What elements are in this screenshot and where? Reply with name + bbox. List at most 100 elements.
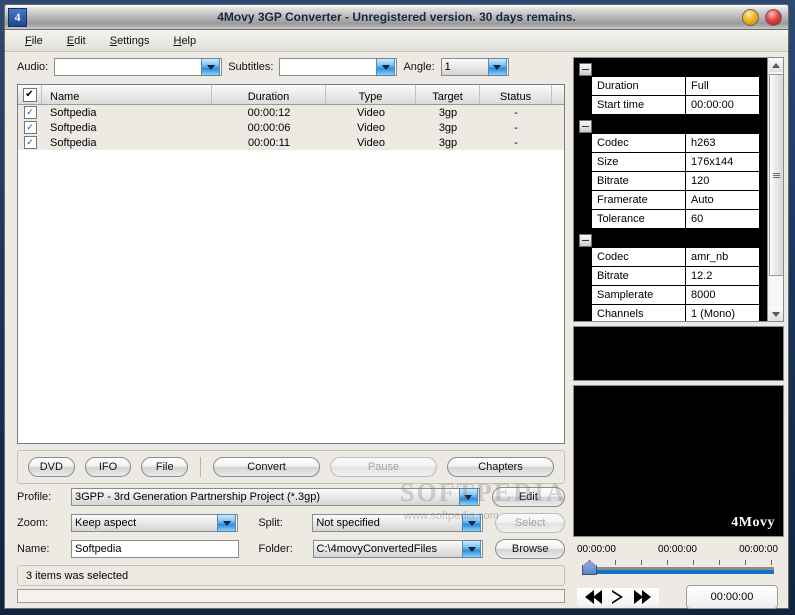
- folder-select-value: C:\4movyConvertedFiles: [313, 541, 463, 557]
- column-header-target[interactable]: Target: [416, 85, 480, 104]
- menu-settings[interactable]: Settings: [98, 33, 162, 49]
- rewind-icon[interactable]: [585, 590, 602, 604]
- cell-status: -: [514, 136, 518, 149]
- folder-select[interactable]: C:\4movyConvertedFiles: [312, 540, 484, 558]
- property-value[interactable]: 1 (Mono): [686, 305, 759, 321]
- dvd-button[interactable]: DVD: [28, 457, 75, 477]
- chevron-down-icon[interactable]: [201, 58, 221, 76]
- cell-duration: 00:00:11: [247, 136, 290, 149]
- profile-row: Profile: 3GPP - 3rd Generation Partnersh…: [5, 484, 571, 510]
- time-end: 00:00:00: [739, 544, 778, 555]
- property-row: Duration Full: [592, 77, 759, 96]
- property-key: Codec: [592, 248, 686, 266]
- scroll-up-icon[interactable]: [768, 58, 783, 72]
- file-list-header: ✔ Name Duration Type Target Status: [18, 85, 564, 105]
- split-select[interactable]: Not specified: [312, 514, 484, 532]
- collapse-icon[interactable]: [579, 234, 592, 247]
- chevron-down-icon[interactable]: [217, 514, 237, 532]
- video-preview[interactable]: 4Movy: [573, 385, 784, 537]
- chevron-down-icon[interactable]: [462, 540, 482, 558]
- property-value[interactable]: Auto: [686, 191, 759, 209]
- property-value[interactable]: 60: [686, 210, 759, 228]
- ifo-button[interactable]: IFO: [84, 457, 132, 477]
- chapters-button[interactable]: Chapters: [447, 457, 554, 477]
- video-watermark-logo: 4Movy: [731, 515, 775, 530]
- menu-edit[interactable]: Edit: [55, 33, 98, 49]
- select-all-column[interactable]: ✔: [18, 85, 42, 104]
- select-all-checkbox[interactable]: ✔: [22, 87, 37, 102]
- seek-bar[interactable]: [573, 559, 784, 579]
- cell-spacer: [552, 135, 564, 150]
- current-time-display: 00:00:00: [686, 585, 778, 609]
- table-row[interactable]: ✓ Softpedia 00:00:12 Video 3gp -: [18, 105, 564, 120]
- column-header-type[interactable]: Type: [326, 85, 416, 104]
- property-value[interactable]: 120: [686, 172, 759, 190]
- row-checkbox[interactable]: ✓: [23, 121, 37, 134]
- select-button[interactable]: Select: [495, 513, 565, 533]
- action-button-bar: DVD IFO File Convert Pause Chapters: [17, 450, 565, 484]
- zoom-select[interactable]: Keep aspect: [71, 514, 239, 532]
- profile-select[interactable]: 3GPP - 3rd Generation Partnership Projec…: [71, 488, 480, 506]
- file-button[interactable]: File: [141, 457, 189, 477]
- window-controls: [742, 8, 788, 26]
- edit-button[interactable]: Edit: [491, 487, 565, 507]
- chevron-down-icon[interactable]: [487, 58, 507, 76]
- minimize-button[interactable]: [742, 8, 759, 26]
- table-row[interactable]: ✓ Softpedia 00:00:11 Video 3gp -: [18, 135, 564, 150]
- row-checkbox-cell[interactable]: ✓: [18, 120, 42, 135]
- property-row: Codec amr_nb: [592, 248, 759, 267]
- angle-select[interactable]: 1: [440, 58, 509, 76]
- property-value[interactable]: 00:00:00: [686, 96, 759, 114]
- property-row: Size 176x144: [592, 153, 759, 172]
- scrollbar-thumb[interactable]: [768, 74, 783, 276]
- window-body: File Edit Settings Help Audio: Subtitles…: [4, 30, 789, 609]
- column-header-duration[interactable]: Duration: [212, 85, 326, 104]
- fast-forward-icon[interactable]: [634, 590, 651, 604]
- audio-select[interactable]: [54, 58, 223, 76]
- close-button[interactable]: [765, 8, 782, 26]
- property-group-header[interactable]: [574, 233, 767, 248]
- chevron-down-icon[interactable]: [458, 488, 478, 506]
- row-checkbox[interactable]: ✓: [23, 136, 37, 149]
- properties-scrollbar[interactable]: [767, 58, 783, 321]
- chevron-down-icon[interactable]: [376, 58, 396, 76]
- property-value[interactable]: 176x144: [686, 153, 759, 171]
- progress-bar: [17, 589, 565, 603]
- row-checkbox-cell[interactable]: ✓: [18, 135, 42, 150]
- file-list[interactable]: ✔ Name Duration Type Target Status ✓ Sof…: [17, 84, 565, 444]
- convert-button[interactable]: Convert: [213, 457, 321, 477]
- property-value[interactable]: Full: [686, 77, 759, 95]
- time-middle: 00:00:00: [658, 544, 697, 555]
- column-header-name[interactable]: Name: [42, 85, 212, 104]
- pause-button[interactable]: Pause: [330, 457, 438, 477]
- table-row[interactable]: ✓ Softpedia 00:00:06 Video 3gp -: [18, 120, 564, 135]
- menu-help[interactable]: Help: [161, 33, 208, 49]
- property-group-header[interactable]: [574, 119, 767, 134]
- subtitles-select[interactable]: [279, 58, 398, 76]
- zoom-split-row: Zoom: Keep aspect Split: Not specified S…: [5, 510, 571, 536]
- scroll-down-icon[interactable]: [768, 307, 783, 321]
- properties-panel[interactable]: Duration Full Start time 00:00:00 Codec …: [573, 57, 784, 322]
- cell-type: Video: [357, 136, 385, 149]
- cell-status: -: [514, 106, 518, 119]
- browse-button[interactable]: Browse: [495, 539, 565, 559]
- name-input[interactable]: Softpedia: [71, 540, 239, 558]
- row-checkbox-cell[interactable]: ✓: [18, 105, 42, 120]
- preview-strip: [573, 326, 784, 381]
- column-header-status[interactable]: Status: [480, 85, 552, 104]
- collapse-icon[interactable]: [579, 63, 592, 76]
- play-icon[interactable]: [612, 590, 624, 604]
- row-checkbox[interactable]: ✓: [23, 106, 37, 119]
- property-value[interactable]: amr_nb: [686, 248, 759, 266]
- property-key: Duration: [592, 77, 686, 95]
- property-value[interactable]: 12.2: [686, 267, 759, 285]
- property-value[interactable]: 8000: [686, 286, 759, 304]
- cell-type: Video: [357, 121, 385, 134]
- scrollbar-track[interactable]: [768, 72, 783, 307]
- property-group-header[interactable]: [574, 62, 767, 77]
- property-value[interactable]: h263: [686, 134, 759, 152]
- menu-file[interactable]: File: [13, 33, 55, 49]
- property-key: Codec: [592, 134, 686, 152]
- chevron-down-icon[interactable]: [462, 514, 482, 532]
- collapse-icon[interactable]: [579, 120, 592, 133]
